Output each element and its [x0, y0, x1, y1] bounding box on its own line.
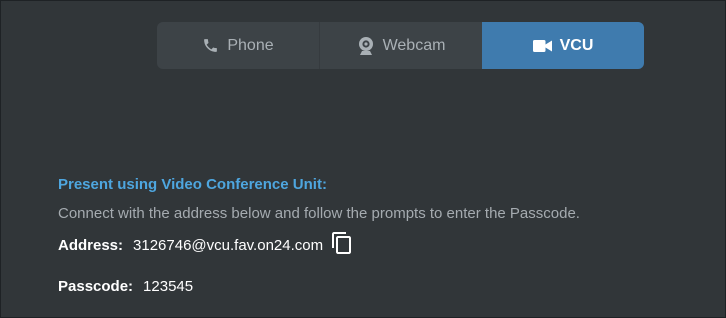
tab-vcu[interactable]: VCU: [482, 22, 644, 69]
address-value: 3126746@vcu.fav.on24.com: [133, 237, 324, 254]
tab-vcu-label: VCU: [559, 36, 594, 54]
address-row: Address: 3126746@vcu.fav.on24.com: [58, 232, 705, 256]
passcode-row: Passcode: 123545: [58, 277, 705, 297]
connection-type-tabs: Phone Webcam VCU: [157, 22, 644, 69]
passcode-value: 123545: [143, 278, 194, 295]
vcu-panel: Phone Webcam VCU Present using Video Con…: [0, 0, 726, 318]
address-label: Address:: [58, 237, 124, 254]
tab-webcam-label: Webcam: [382, 36, 446, 54]
copy-icon[interactable]: [330, 231, 354, 255]
webcam-icon: [357, 36, 375, 56]
phone-icon: [202, 37, 219, 54]
tab-webcam[interactable]: Webcam: [319, 22, 482, 69]
tab-phone[interactable]: Phone: [157, 22, 319, 69]
vcu-heading: Present using Video Conference Unit:: [58, 176, 327, 193]
tab-phone-label: Phone: [227, 36, 274, 54]
vcu-instructions: Present using Video Conference Unit: Con…: [58, 175, 705, 297]
passcode-label: Passcode:: [58, 278, 134, 295]
video-camera-icon: [532, 39, 552, 52]
vcu-description: Connect with the address below and follo…: [58, 205, 580, 222]
